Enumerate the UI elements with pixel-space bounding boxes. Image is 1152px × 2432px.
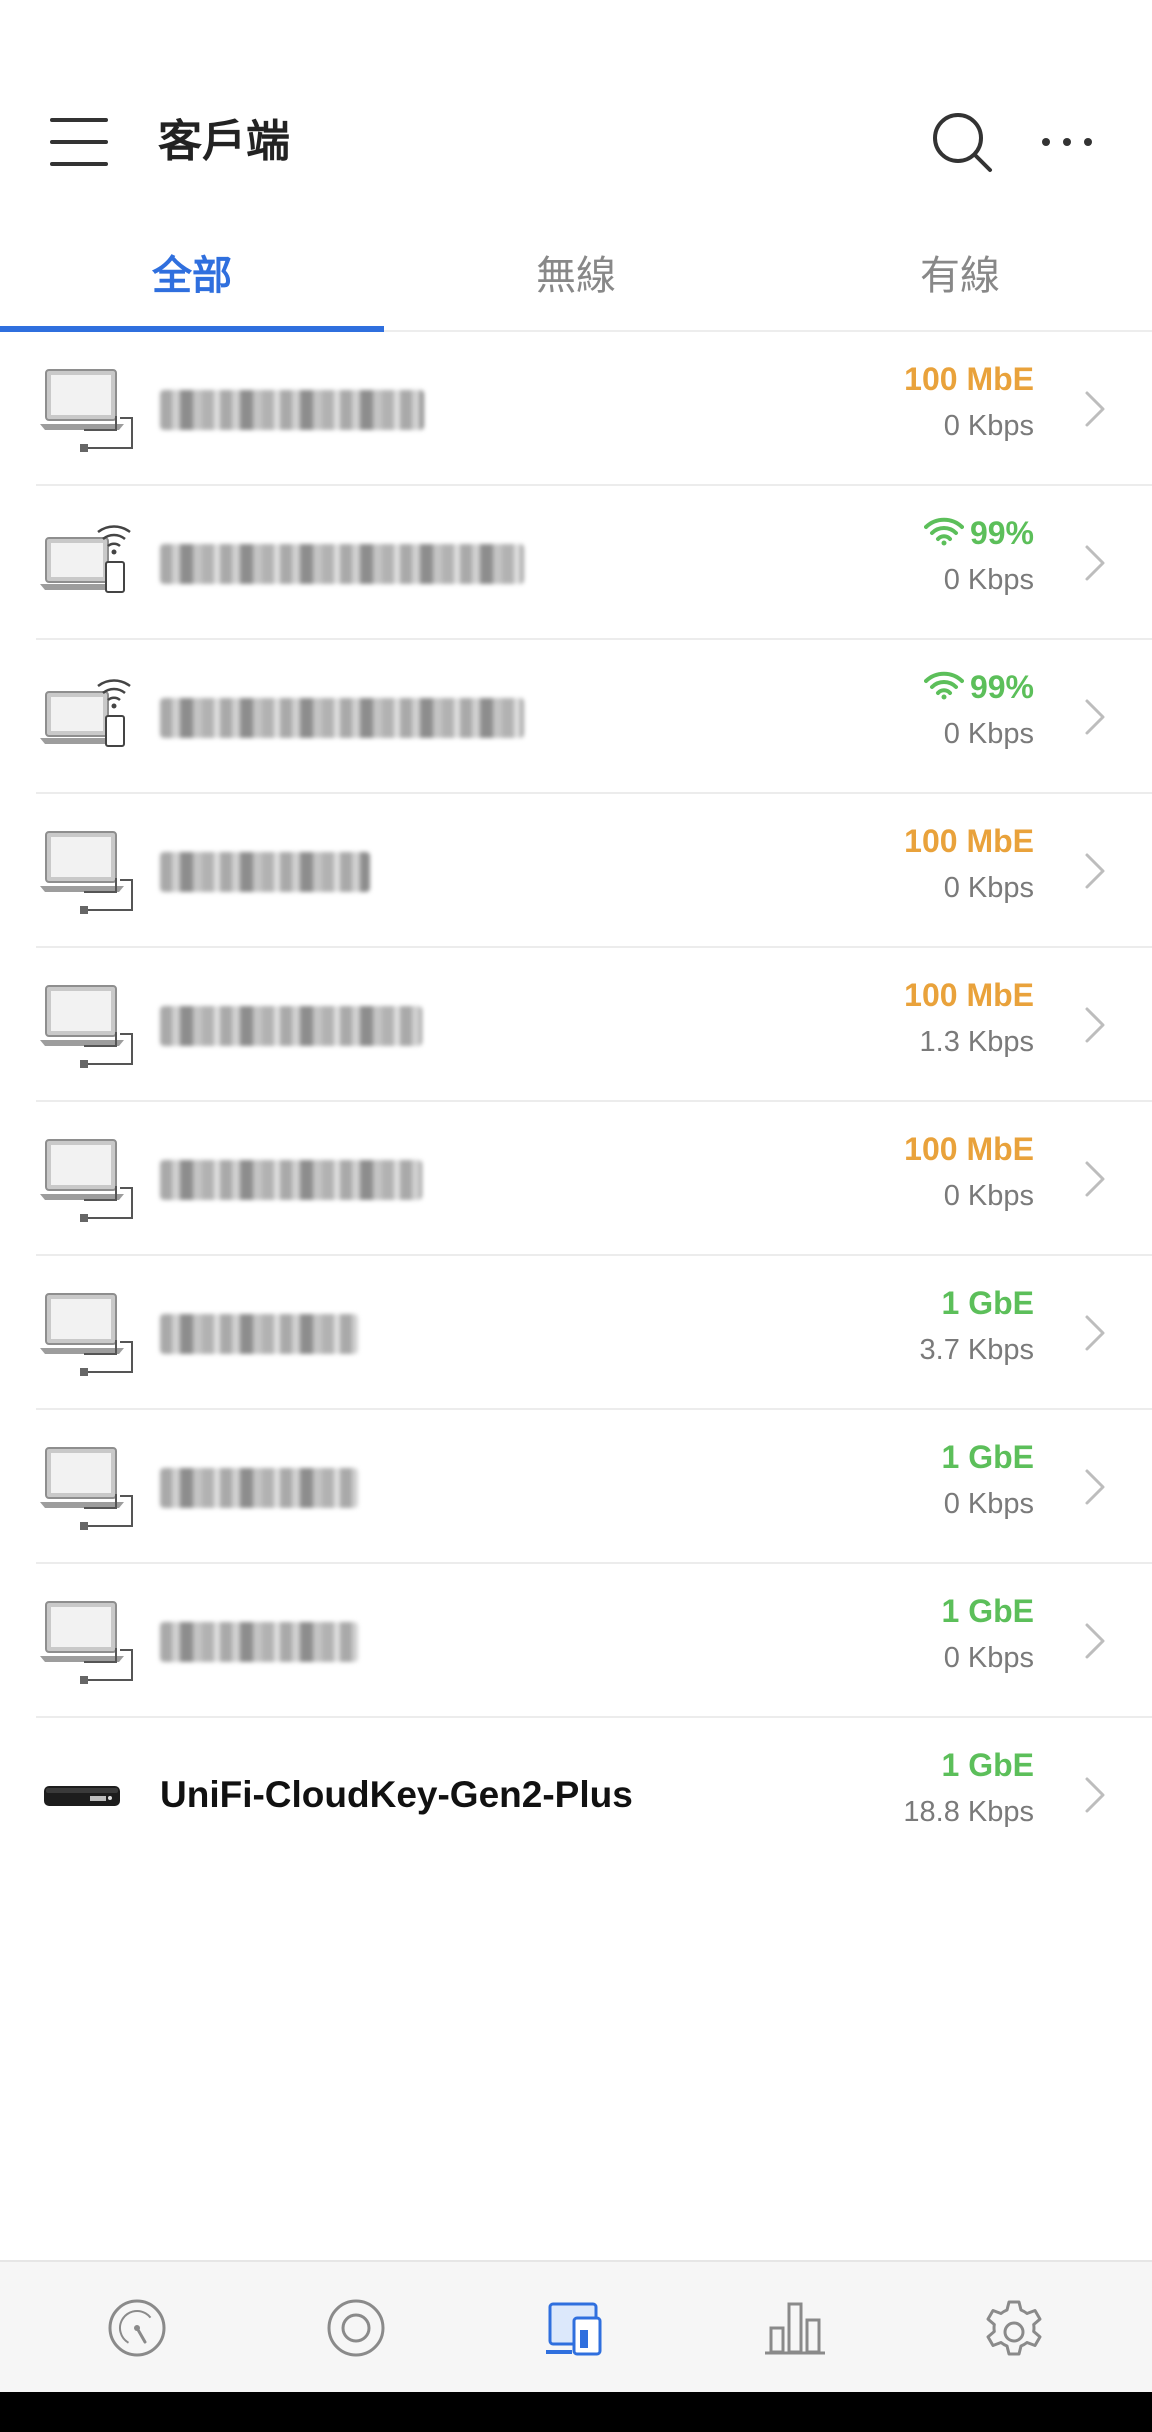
traffic-rate: 3.7 Kbps xyxy=(919,1334,1034,1366)
client-name: UniFi-CloudKey-Gen2-Plus xyxy=(160,1774,633,1815)
chevron-right-icon xyxy=(1085,1623,1105,1659)
hamburger-icon[interactable] xyxy=(50,112,110,168)
traffic-rate: 0 Kbps xyxy=(943,1180,1034,1212)
connection-speed-value: 1 GbE xyxy=(941,1285,1034,1321)
settings-gear-icon[interactable] xyxy=(976,2290,1052,2366)
wifi-signal-icon xyxy=(923,671,964,700)
wired-laptop-icon xyxy=(40,1293,133,1376)
connection-speed-value: 100 MbE xyxy=(904,1131,1034,1167)
wired-laptop-icon xyxy=(40,1139,133,1222)
bottom-navigation xyxy=(0,2260,1152,2392)
wired-laptop-icon xyxy=(40,1447,133,1530)
connection-speed: 1 GbE xyxy=(942,1278,1034,1328)
connection-speed: 100 MbE xyxy=(904,354,1034,404)
client-row[interactable]: UniFi-CloudKey-Gen2-Plus 1 GbE 18.8 Kbps xyxy=(0,1718,1152,1872)
statistics-bar-icon[interactable] xyxy=(757,2290,833,2366)
client-row[interactable]: 1 GbE 0 Kbps xyxy=(0,1564,1152,1718)
search-icon[interactable] xyxy=(930,110,996,176)
client-name-redacted xyxy=(160,698,524,738)
connection-speed-value: 1 GbE xyxy=(941,1593,1034,1629)
client-name-redacted xyxy=(160,390,424,430)
connection-speed: 1 GbE xyxy=(942,1586,1034,1636)
client-name-redacted xyxy=(160,1314,358,1354)
chevron-right-icon xyxy=(1085,545,1105,581)
client-row[interactable]: 1 GbE 0 Kbps xyxy=(0,1410,1152,1564)
traffic-rate: 1.3 Kbps xyxy=(919,1026,1034,1058)
connection-speed-value: 100 MbE xyxy=(904,361,1034,397)
traffic-rate: 0 Kbps xyxy=(943,410,1034,442)
tab-all[interactable]: 全部 xyxy=(0,230,384,330)
traffic-rate: 0 Kbps xyxy=(943,1642,1034,1674)
connection-speed: 1 GbE xyxy=(942,1432,1034,1482)
wired-laptop-icon xyxy=(40,1601,133,1684)
tab-wired[interactable]: 有線 xyxy=(768,230,1152,330)
connection-speed-value: 1 GbE xyxy=(941,1747,1034,1783)
client-row[interactable]: 100 MbE 0 Kbps xyxy=(0,794,1152,948)
wifi-signal-icon xyxy=(923,517,964,546)
client-row[interactable]: 99% 0 Kbps xyxy=(0,640,1152,794)
connection-speed-value: 1 GbE xyxy=(941,1439,1034,1475)
dashboard-gauge-icon[interactable] xyxy=(99,2290,175,2366)
wired-laptop-icon xyxy=(40,831,133,914)
wireless-laptop-icon xyxy=(40,525,131,593)
client-list: 100 MbE 0 Kbps 99% 0 Kbps 99% 0 Kbps 100… xyxy=(0,332,1152,1872)
connection-speed: 99% xyxy=(923,662,1034,712)
client-name-redacted xyxy=(160,544,524,584)
wired-laptop-icon xyxy=(40,369,133,452)
client-row[interactable]: 1 GbE 3.7 Kbps xyxy=(0,1256,1152,1410)
chevron-right-icon xyxy=(1085,1007,1105,1043)
chevron-right-icon xyxy=(1085,1315,1105,1351)
connection-speed: 100 MbE xyxy=(904,816,1034,866)
wireless-laptop-icon xyxy=(40,679,131,747)
app-header: 客戶端 xyxy=(0,0,1152,215)
connection-speed-value: 100 MbE xyxy=(904,977,1034,1013)
clients-icon[interactable] xyxy=(538,2290,614,2366)
more-horizontal-icon[interactable] xyxy=(1040,120,1096,164)
chevron-right-icon xyxy=(1085,853,1105,889)
client-row[interactable]: 99% 0 Kbps xyxy=(0,486,1152,640)
chevron-right-icon xyxy=(1085,699,1105,735)
client-name-redacted xyxy=(160,1468,358,1508)
traffic-rate: 0 Kbps xyxy=(943,564,1034,596)
connection-speed-value: 100 MbE xyxy=(904,823,1034,859)
client-name-redacted xyxy=(160,1622,358,1662)
client-row[interactable]: 100 MbE 0 Kbps xyxy=(0,1102,1152,1256)
chevron-right-icon xyxy=(1085,391,1105,427)
client-name-redacted xyxy=(160,1160,422,1200)
traffic-rate: 0 Kbps xyxy=(943,718,1034,750)
connection-speed-value: 99% xyxy=(969,515,1034,551)
chevron-right-icon xyxy=(1085,1161,1105,1197)
traffic-rate: 18.8 Kbps xyxy=(903,1796,1034,1828)
client-name-redacted xyxy=(160,1006,422,1046)
client-name-redacted xyxy=(160,852,370,892)
connection-speed-value: 99% xyxy=(969,669,1034,705)
connection-speed: 100 MbE xyxy=(904,970,1034,1020)
client-row[interactable]: 100 MbE 1.3 Kbps xyxy=(0,948,1152,1102)
traffic-rate: 0 Kbps xyxy=(943,1488,1034,1520)
connection-speed: 99% xyxy=(923,508,1034,558)
devices-target-icon[interactable] xyxy=(318,2290,394,2366)
cloudkey-device-icon xyxy=(44,1786,120,1806)
traffic-rate: 0 Kbps xyxy=(943,872,1034,904)
client-filter-tabs: 全部 無線 有線 xyxy=(0,230,1152,332)
tab-wireless[interactable]: 無線 xyxy=(384,230,768,330)
system-navigation-bar xyxy=(0,2392,1152,2432)
chevron-right-icon xyxy=(1085,1469,1105,1505)
chevron-right-icon xyxy=(1085,1777,1105,1813)
client-row[interactable]: 100 MbE 0 Kbps xyxy=(0,332,1152,486)
page-title: 客戶端 xyxy=(158,117,290,166)
connection-speed: 1 GbE xyxy=(942,1740,1034,1790)
wired-laptop-icon xyxy=(40,985,133,1068)
connection-speed: 100 MbE xyxy=(904,1124,1034,1174)
